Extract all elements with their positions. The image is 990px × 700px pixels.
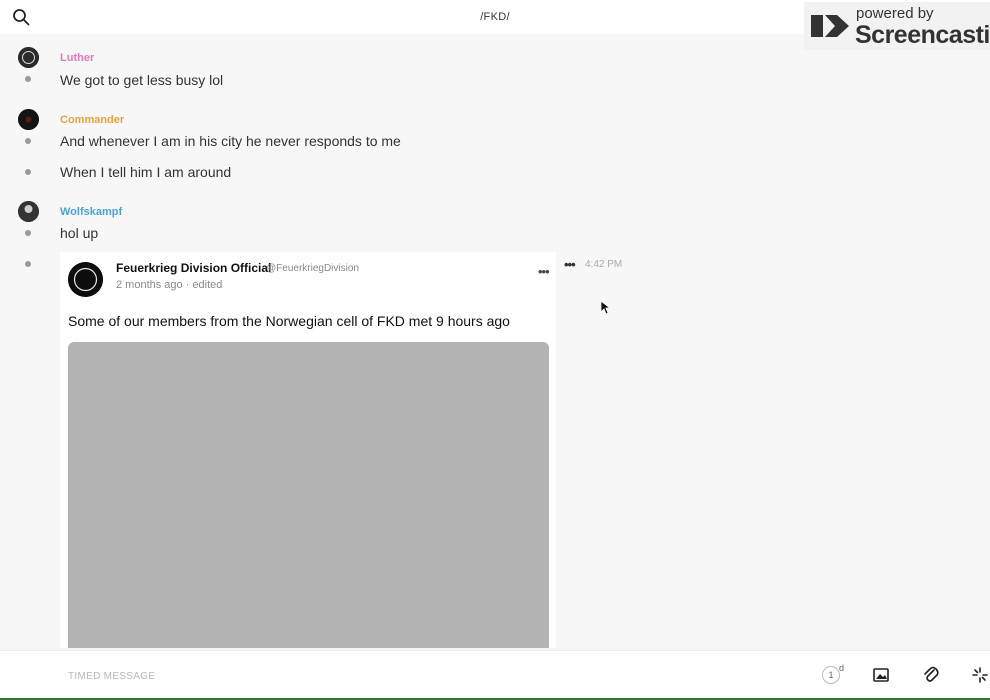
screencastify-watermark: powered by Screencastify	[804, 2, 990, 50]
paperclip-icon[interactable]	[923, 666, 939, 684]
message-bullet	[25, 261, 31, 267]
embed-media-placeholder[interactable]	[68, 342, 549, 648]
image-icon[interactable]	[873, 667, 889, 683]
composer-bar: 1 d	[0, 650, 990, 699]
avatar-image	[18, 201, 39, 222]
screencastify-logo-icon	[811, 15, 849, 37]
message-bullet	[25, 230, 31, 236]
embed-avatar-image	[68, 262, 103, 297]
embed-author-name[interactable]: Feuerkrieg Division Official	[116, 261, 271, 275]
username-wolfskampf[interactable]: Wolfskampf	[60, 206, 122, 218]
watermark-line2: Screencastify	[855, 21, 990, 49]
avatar-wolfskampf[interactable]	[18, 201, 39, 222]
username-luther[interactable]: Luther	[60, 52, 94, 64]
mouse-cursor-icon	[600, 300, 610, 315]
embed-post-meta: 2 months ago · edited	[116, 279, 223, 291]
message-text: And whenever I am in his city he never r…	[60, 133, 401, 149]
message-text: When I tell him I am around	[60, 164, 232, 180]
username-commander[interactable]: Commander	[60, 114, 124, 126]
timer-button[interactable]: 1	[822, 666, 840, 684]
embed-avatar[interactable]	[68, 262, 103, 297]
message-text: hol up	[60, 225, 99, 241]
embed-post-text: Some of our members from the Norwegian c…	[68, 313, 510, 329]
message-bullet	[25, 138, 31, 144]
message-more-button[interactable]: •••	[564, 257, 576, 272]
avatar-commander[interactable]	[18, 109, 39, 130]
message-bullet	[25, 169, 31, 175]
avatar-image	[18, 109, 39, 130]
avatar-luther[interactable]	[18, 47, 39, 68]
embed-author-handle[interactable]: @FeuerkriegDivision	[266, 263, 359, 274]
embed-menu-button[interactable]: •••	[538, 264, 550, 279]
timer-unit-label: d	[839, 663, 845, 673]
message-bullet	[25, 76, 31, 82]
message-text: We got to get less busy lol	[60, 72, 224, 88]
embedded-post-card[interactable]: Feuerkrieg Division Official @Feuerkrieg…	[60, 252, 556, 648]
avatar-image	[18, 47, 39, 68]
sparkle-icon[interactable]	[972, 667, 988, 683]
message-timestamp: 4:42 PM	[585, 259, 623, 270]
message-input[interactable]	[66, 665, 670, 687]
watermark-line1: powered by	[856, 5, 934, 22]
